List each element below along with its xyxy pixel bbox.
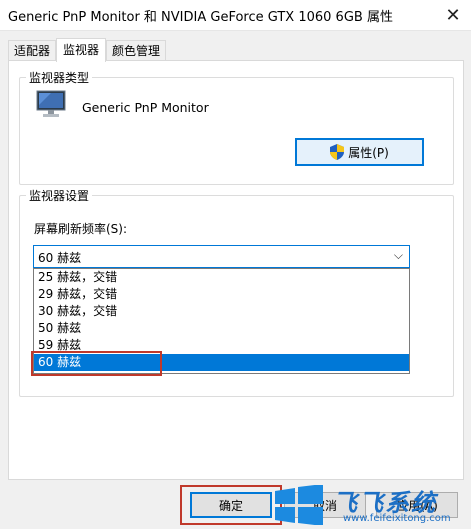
refresh-option[interactable]: 29 赫兹，交错 — [34, 286, 409, 303]
refresh-rate-label: 屏幕刷新频率(S): — [34, 222, 128, 236]
refresh-option[interactable]: 59 赫兹 — [34, 337, 409, 354]
ok-button[interactable]: 确定 — [190, 492, 272, 518]
monitor-type-group: 监视器类型 Generic PnP Monitor 属性(P) — [19, 69, 454, 185]
shield-icon — [330, 144, 345, 160]
tab-panel: 监视器类型 Generic PnP Monitor 属性(P) 监视器设置 屏幕… — [8, 60, 464, 480]
refresh-option[interactable]: 30 赫兹，交错 — [34, 303, 409, 320]
windows-logo-icon — [275, 485, 323, 525]
properties-button[interactable]: 属性(P) — [295, 138, 424, 166]
watermark: 飞飞系统 www.feifeixitong.com — [271, 483, 467, 527]
chevron-down-icon: ⌵ — [393, 248, 403, 262]
watermark-url: www.feifeixitong.com — [343, 513, 451, 524]
refresh-option[interactable]: 25 赫兹，交错 — [34, 269, 409, 286]
title-bar: Generic PnP Monitor 和 NVIDIA GeForce GTX… — [0, 0, 471, 31]
tab-adapter[interactable]: 适配器 — [8, 40, 56, 61]
refresh-option[interactable]: 50 赫兹 — [34, 320, 409, 337]
monitor-settings-legend: 监视器设置 — [26, 187, 93, 204]
refresh-rate-dropdown-list[interactable]: 25 赫兹，交错 29 赫兹，交错 30 赫兹，交错 50 赫兹 59 赫兹 6… — [33, 268, 410, 374]
close-button[interactable]: ✕ — [435, 0, 471, 30]
window-title: Generic PnP Monitor 和 NVIDIA GeForce GTX… — [8, 10, 393, 25]
refresh-rate-selected-value: 60 赫兹 — [38, 251, 82, 265]
monitor-name: Generic PnP Monitor — [82, 100, 209, 115]
tab-color-management[interactable]: 颜色管理 — [106, 40, 166, 61]
close-icon: ✕ — [445, 4, 461, 26]
refresh-option-selected[interactable]: 60 赫兹 — [34, 354, 409, 371]
tab-monitor[interactable]: 监视器 — [56, 38, 106, 62]
refresh-rate-select[interactable]: 60 赫兹 ⌵ — [33, 245, 410, 268]
properties-button-label: 属性(P) — [348, 145, 389, 160]
monitor-type-legend: 监视器类型 — [26, 69, 93, 86]
monitor-icon — [36, 90, 66, 117]
